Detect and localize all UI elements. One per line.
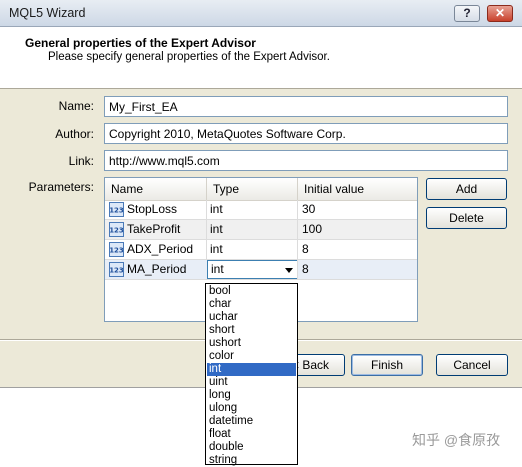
integer-param-icon: 123 [109,262,124,277]
param-value[interactable]: 8 [302,260,309,279]
param-value[interactable]: 8 [302,240,309,259]
param-name: StopLoss [127,202,178,216]
dropdown-option[interactable]: uint [207,376,296,389]
dropdown-option[interactable]: string [207,454,296,467]
cancel-button[interactable]: Cancel [436,354,508,376]
svg-text:123: 123 [109,247,124,255]
param-type[interactable]: int [210,200,223,219]
dropdown-option[interactable]: double [207,441,296,454]
param-type[interactable]: int [210,240,223,259]
help-button[interactable]: ? [454,5,480,22]
page-subtitle: Please specify general properties of the… [48,51,330,63]
param-name: ADX_Period [127,242,194,256]
dropdown-option[interactable]: long [207,389,296,402]
type-combobox[interactable]: int [207,260,298,279]
table-header: Name Type Initial value [105,178,417,201]
dropdown-option[interactable]: color [207,350,296,363]
parameters-label: Parameters: [28,180,94,194]
param-name: TakeProfit [127,222,181,236]
table-row[interactable]: 123 TakeProfit int 100 [105,220,417,240]
column-header-name[interactable]: Name [105,178,207,200]
name-field[interactable]: My_First_EA [104,96,508,117]
title-bar[interactable]: MQL5 Wizard ? ✕ [0,0,522,27]
svg-text:123: 123 [109,227,124,235]
param-type[interactable]: int [210,220,223,239]
dropdown-option[interactable]: uchar [207,311,296,324]
dropdown-option-highlighted[interactable]: int [207,363,296,376]
window-title: MQL5 Wizard [9,6,86,20]
page-title: General properties of the Expert Advisor [25,36,256,50]
param-value[interactable]: 100 [302,220,322,239]
table-row[interactable]: 123 StopLoss int 30 [105,200,417,220]
column-header-type[interactable]: Type [207,178,298,200]
integer-param-icon: 123 [109,202,124,217]
chevron-down-icon[interactable] [285,268,293,273]
wizard-header: General properties of the Expert Advisor… [0,27,522,89]
dropdown-option[interactable]: datetime [207,415,296,428]
delete-button[interactable]: Delete [426,207,507,229]
table-row[interactable]: 123 ADX_Period int 8 [105,240,417,260]
type-combobox-value: int [211,262,224,276]
dropdown-option[interactable]: float [207,428,296,441]
finish-button[interactable]: Finish [351,354,423,376]
link-label: Link: [68,154,94,168]
link-field[interactable]: http://www.mql5.com [104,150,508,171]
table-row-selected[interactable]: 123 MA_Period int 8 [105,260,417,280]
dropdown-option[interactable]: bool [207,285,296,298]
author-label: Author: [55,127,94,141]
dropdown-option[interactable]: ulong [207,402,296,415]
watermark-text: 知乎 @食原孜 [412,432,501,448]
svg-text:123: 123 [109,207,124,215]
param-name: MA_Period [127,262,187,276]
dropdown-option[interactable]: char [207,298,296,311]
close-button[interactable]: ✕ [487,5,513,22]
author-field[interactable]: Copyright 2010, MetaQuotes Software Corp… [104,123,508,144]
add-button[interactable]: Add [426,178,507,200]
svg-text:123: 123 [109,267,124,275]
type-dropdown-list[interactable]: bool char uchar short ushort color int u… [205,283,298,467]
name-label: Name: [58,99,94,113]
param-value[interactable]: 30 [302,200,315,219]
dropdown-option[interactable]: short [207,324,296,337]
integer-param-icon: 123 [109,222,124,237]
column-header-initial-value[interactable]: Initial value [298,178,417,200]
integer-param-icon: 123 [109,242,124,257]
dropdown-option[interactable]: ushort [207,337,296,350]
